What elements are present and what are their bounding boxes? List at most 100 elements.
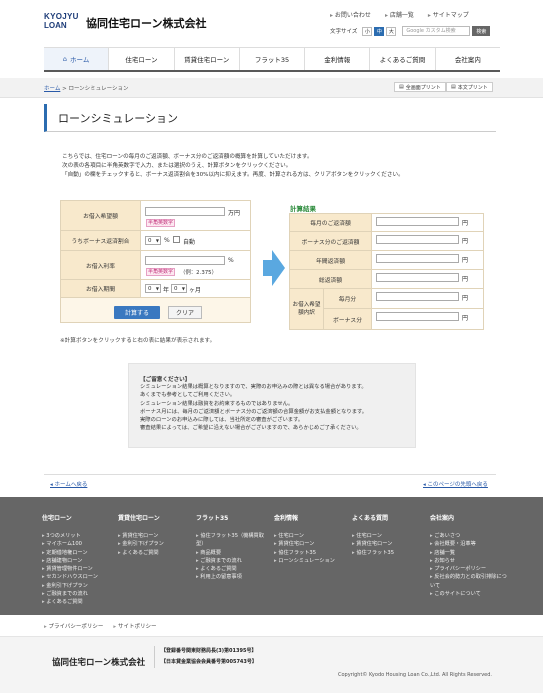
text-size-control: 文字サイズ 小 中 大 Google カスタム検索 検索 (330, 26, 491, 36)
intro-line: 「自動」の欄をチェックすると、ボーナス返済割合を30%以内に抑えます。再度、計算… (62, 172, 404, 178)
result-title: 計算結果 (290, 205, 316, 213)
text-size-small-button[interactable]: 小 (362, 26, 373, 36)
registration-info: 【登録番号関東財務局長(3)第01395号】 【日本貸金業協会会員番号第0057… (154, 646, 270, 668)
footer-link[interactable]: 住宅ローン (274, 532, 348, 540)
term-years-select[interactable]: 0 ▼ (145, 284, 161, 293)
amount-input[interactable] (145, 207, 225, 216)
result-row-breakdown-bonus: ボーナス分 円 (324, 309, 483, 329)
nav-flat35[interactable]: フラット35 (240, 48, 306, 70)
bonus-select[interactable]: 0 ▼ (145, 236, 161, 245)
footer-heading[interactable]: 住宅ローン (42, 513, 114, 522)
clear-button[interactable]: クリア (168, 306, 202, 319)
amount-halfwidth-note: 半角英数字 (146, 219, 176, 227)
site-policy-link[interactable]: サイトポリシー (113, 622, 157, 630)
breakdown-bonus-label: ボーナス分 (324, 309, 372, 329)
contact-link[interactable]: お問い合わせ (330, 10, 371, 19)
footer-link[interactable]: 利用上の留意事項 (196, 573, 270, 581)
print-body-button[interactable]: ▤ 本文プリント (446, 82, 493, 92)
footer-link[interactable]: 店舗一覧 (430, 549, 510, 557)
privacy-policy-link[interactable]: プライバシーポリシー (44, 622, 104, 630)
footer-link[interactable]: 金利引下げプラン (118, 540, 190, 548)
monthly-payment-output[interactable] (376, 217, 459, 226)
footer-link[interactable]: 定期借地権ローン (42, 549, 114, 557)
footer-link[interactable]: 3つのメリット (42, 532, 114, 540)
input-form-table: お借入希望額 万円 半角英数字 うちボーナス返済割合 0 ▼ % 自動 お借入利率… (60, 200, 251, 323)
result-row-total: 総返済額 円 (290, 270, 483, 289)
footer-link[interactable]: お知らせ (430, 557, 510, 565)
nav-rental-loan[interactable]: 賃貸住宅ローン (175, 48, 240, 70)
annual-payment-output[interactable] (376, 254, 459, 263)
print-all-button[interactable]: ▤ 全画面プリント (394, 82, 446, 92)
footer-col-faq: よくある質問 住宅ローン 賃貸住宅ローン 協住フラット35 (352, 513, 424, 557)
footer-link[interactable]: よくあるご質問 (42, 598, 114, 606)
footer-link[interactable]: 賃貸住宅ローン (274, 540, 348, 548)
footer-link[interactable]: マイホーム100 (42, 540, 114, 548)
logo[interactable]: KYOJYU LOAN (44, 12, 78, 34)
search-button[interactable]: 検索 (472, 26, 491, 36)
footer-link[interactable]: 協住フラット35（機構買取型） (196, 532, 270, 549)
footer-link[interactable]: 賃貸管理物件ローン (42, 565, 114, 573)
footer-link[interactable]: ごあいさつ (430, 532, 510, 540)
nav-housing-loan[interactable]: 住宅ローン (109, 48, 175, 70)
footer-link[interactable]: よくあるご質問 (118, 549, 190, 557)
amount-label: お借入希望額 (61, 201, 141, 230)
footer-heading[interactable]: よくある質問 (352, 513, 424, 522)
footer-link[interactable]: 店舗建物ローン (42, 557, 114, 565)
total-payment-output[interactable] (376, 273, 459, 282)
footer-link[interactable]: ご融資までの流れ (42, 590, 114, 598)
divider (44, 474, 496, 475)
footer-link[interactable]: 商品概要 (196, 549, 270, 557)
form-row-bonus: うちボーナス返済割合 0 ▼ % 自動 (61, 231, 250, 251)
footer-link[interactable]: 金利引下げプラン (42, 582, 114, 590)
footer-col-company: 会社案内 ごあいさつ 会社概要・沿革等 店舗一覧 お知らせ プライバシーポリシー… (430, 513, 510, 598)
footer-col-housing-loan: 住宅ローン 3つのメリット マイホーム100 定期借地権ローン 店舗建物ローン … (42, 513, 114, 607)
breakdown-monthly-output[interactable] (376, 292, 459, 301)
footer-link[interactable]: 賃貸住宅ローン (118, 532, 190, 540)
term-months-select[interactable]: 0 ▼ (171, 284, 187, 293)
bonus-payment-output[interactable] (376, 235, 459, 244)
global-nav: ⌂ ホーム 住宅ローン 賃貸住宅ローン フラット35 金利情報 よくあるご質問 会… (44, 47, 500, 72)
text-size-large-button[interactable]: 大 (386, 26, 397, 36)
term-years-unit: 年 (163, 287, 170, 294)
footer-link[interactable]: よくあるご質問 (196, 565, 270, 573)
result-label: ボーナス分のご返済額 (290, 232, 372, 250)
nav-rates[interactable]: 金利情報 (305, 48, 371, 70)
nav-company[interactable]: 会社案内 (436, 48, 500, 70)
footer-link[interactable]: 住宅ローン (352, 532, 424, 540)
store-list-link[interactable]: 店舗一覧 (385, 10, 414, 19)
caution-line: ボーナス月には、毎月のご返済額とボーナス分のご返済額の合算金額がお支払金額となり… (140, 408, 368, 415)
rate-input[interactable] (145, 256, 225, 265)
sitemap-link[interactable]: サイトマップ (428, 10, 469, 19)
company-name: 協同住宅ローン株式会社 (86, 17, 207, 30)
result-table: 毎月のご返済額 円 ボーナス分のご返済額 円 年間返済額 円 総返済額 円 お借… (289, 213, 484, 330)
text-size-medium-button[interactable]: 中 (374, 26, 385, 36)
footer-link[interactable]: 賃貸住宅ローン (352, 540, 424, 548)
footer-heading[interactable]: 金利情報 (274, 513, 348, 522)
search-input[interactable]: Google カスタム検索 (402, 26, 471, 36)
footer-link[interactable]: 協住フラット35 (274, 549, 348, 557)
nav-faq[interactable]: よくあるご質問 (370, 48, 436, 70)
printer-icon: ▤ (451, 84, 456, 90)
footer-link[interactable]: セカンドハウスローン (42, 573, 114, 581)
result-unit: 円 (462, 276, 469, 283)
policy-links: プライバシーポリシー サイトポリシー (44, 622, 157, 630)
form-row-amount: お借入希望額 万円 半角英数字 (61, 201, 250, 231)
footer-link[interactable]: 反社会的勢力との取引排除について (430, 573, 510, 590)
footer-heading[interactable]: 賃貸住宅ローン (118, 513, 190, 522)
back-home-link[interactable]: ホームへ戻る (50, 480, 88, 488)
breadcrumb-home-link[interactable]: ホーム (44, 86, 60, 92)
footer-link[interactable]: ローンシミュレーション (274, 557, 348, 565)
footer-link[interactable]: ご融資までの流れ (196, 557, 270, 565)
footer-link[interactable]: 会社概要・沿革等 (430, 540, 510, 548)
footer-link[interactable]: 協住フラット35 (352, 549, 424, 557)
footer-col-rates: 金利情報 住宅ローン 賃貸住宅ローン 協住フラット35 ローンシミュレーション (274, 513, 348, 565)
auto-checkbox[interactable] (173, 236, 180, 243)
nav-home[interactable]: ⌂ ホーム (44, 48, 110, 70)
breakdown-bonus-output[interactable] (376, 312, 459, 321)
calculate-button[interactable]: 計算する (114, 306, 160, 319)
page-top-link[interactable]: このページの先頭へ戻る (423, 480, 488, 488)
footer-link[interactable]: プライバシーポリシー (430, 565, 510, 573)
footer-heading[interactable]: 会社案内 (430, 513, 510, 522)
footer-link[interactable]: このサイトについて (430, 590, 510, 598)
footer-heading[interactable]: フラット35 (196, 513, 270, 522)
